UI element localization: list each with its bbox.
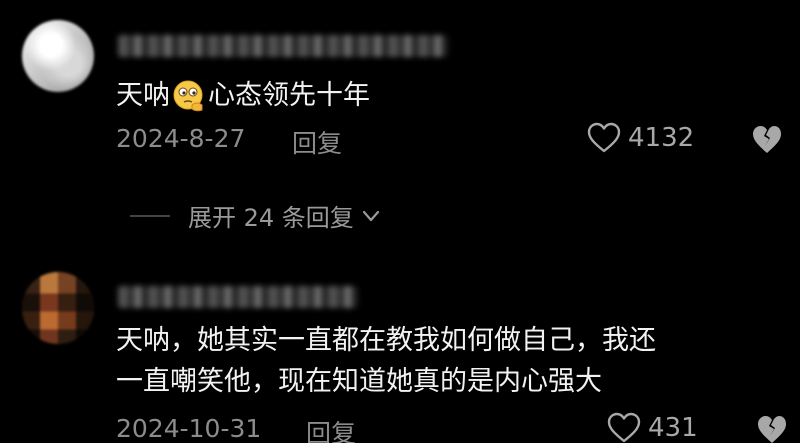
expand-replies-button[interactable]: 展开 24 条回复 <box>130 198 382 233</box>
expand-replies-label: 展开 24 条回复 <box>188 204 354 232</box>
reply-button[interactable]: 回复 <box>306 414 356 443</box>
like-button[interactable]: 4132 <box>586 122 694 154</box>
username-blurred[interactable] <box>118 35 448 57</box>
like-count: 431 <box>648 413 698 443</box>
comment-text-part: 心态领先十年 <box>208 80 370 111</box>
like-count: 4132 <box>628 123 695 153</box>
broken-heart-icon[interactable] <box>750 124 784 156</box>
broken-heart-icon[interactable] <box>755 414 789 443</box>
chevron-down-icon <box>362 210 379 221</box>
comment-text: 天呐，她其实一直都在教我如何做自己，我还 <box>116 325 656 356</box>
avatar[interactable] <box>22 20 94 92</box>
heart-icon <box>607 412 641 443</box>
heart-icon <box>587 122 621 153</box>
comment-date: 2024-8-27 <box>116 124 246 153</box>
comment-date: 2024-10-31 <box>116 414 262 443</box>
comment-text-part: 天呐 <box>116 80 170 111</box>
like-button[interactable]: 431 <box>606 412 698 443</box>
comment-text: 天呐 心态领先十年 <box>116 76 370 116</box>
comment-list: 天呐 心态领先十年 2024-8-27 回复 4132 展开 24 条回复 天呐 <box>0 0 800 443</box>
divider-line <box>130 214 170 217</box>
avatar[interactable] <box>22 272 94 344</box>
reply-button[interactable]: 回复 <box>292 124 342 160</box>
username-blurred[interactable] <box>118 286 358 308</box>
thinking-face-emoji-icon <box>173 80 203 112</box>
comment-text: 一直嘲笑他，现在知道她真的是内心强大 <box>116 366 602 397</box>
